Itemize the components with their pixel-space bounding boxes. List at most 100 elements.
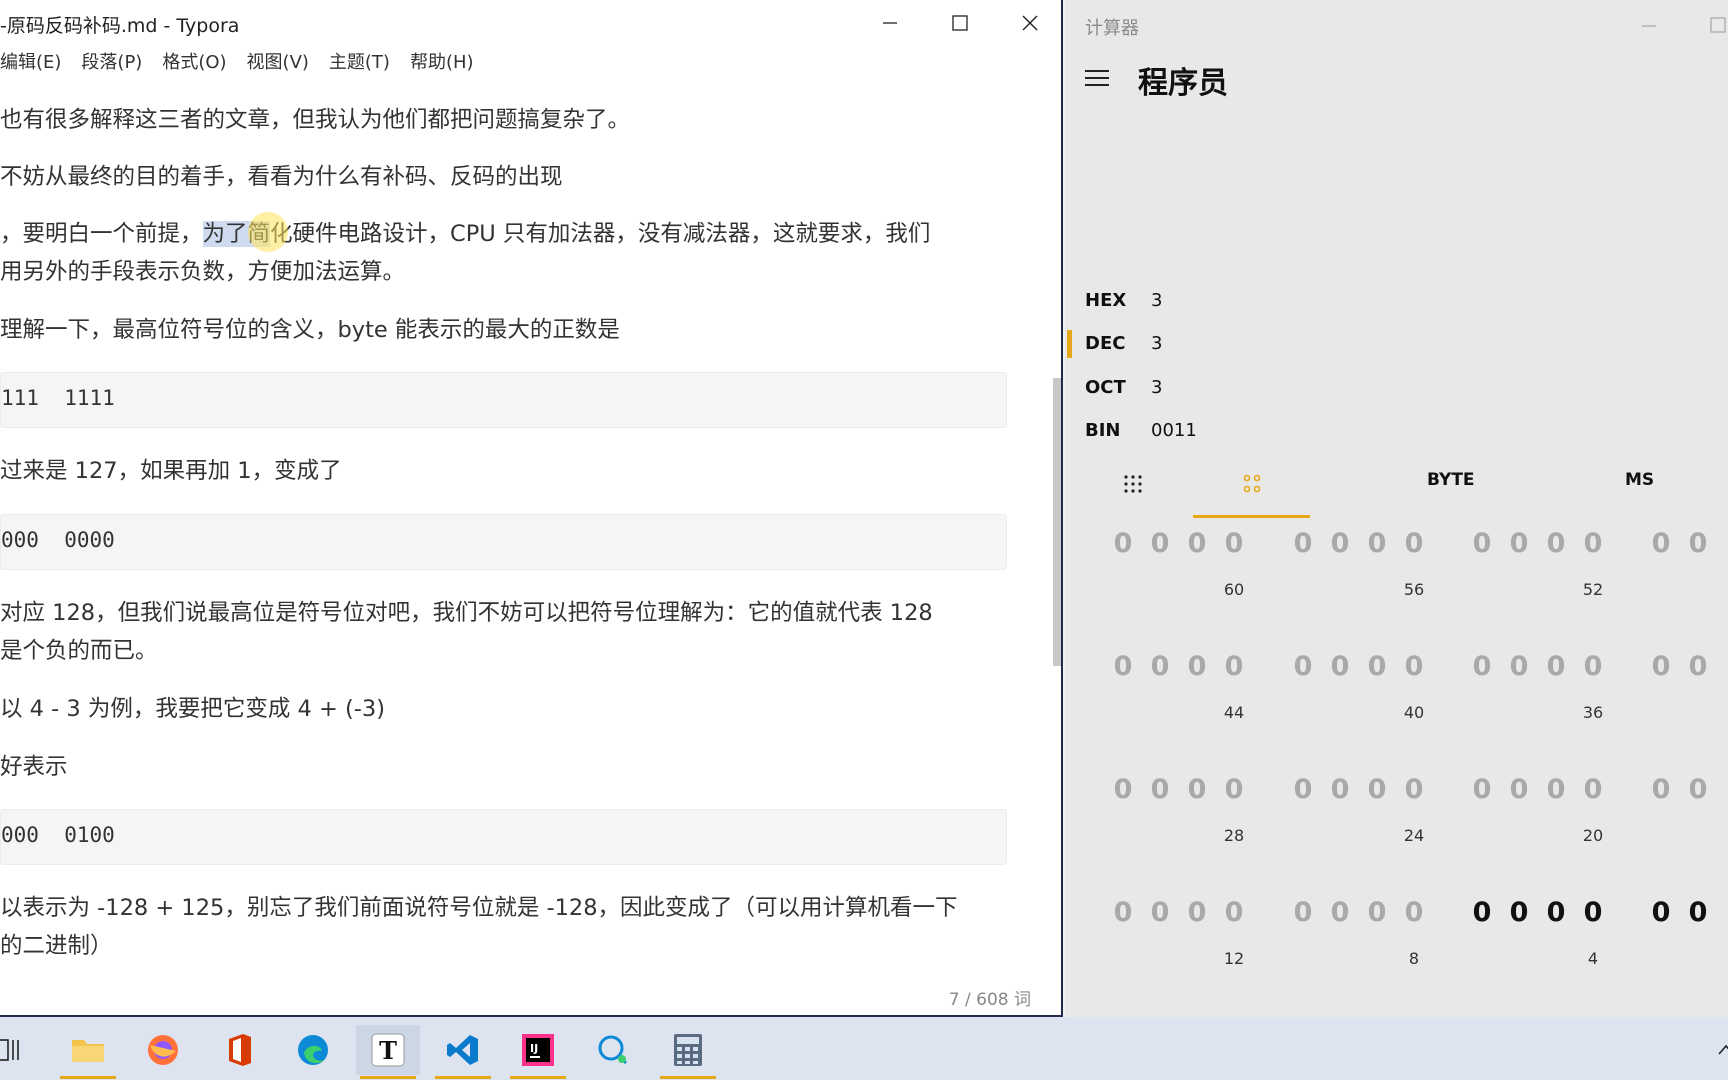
radix-bin[interactable]: BIN 0011: [1085, 420, 1197, 441]
paragraph[interactable]: 用另外的手段表示负数，方便加法运算。: [0, 253, 405, 291]
bit-toggle[interactable]: 0: [1180, 774, 1214, 805]
radix-hex[interactable]: HEX 3: [1085, 290, 1162, 311]
bit-toggle[interactable]: 0: [1323, 528, 1357, 559]
taskbar-vscode[interactable]: [431, 1025, 495, 1079]
paragraph[interactable]: ，要明白一个前提，为了简化硬件电路设计，CPU 只有加法器，没有减法器，这就要求…: [0, 215, 930, 253]
bit-toggle[interactable]: 0: [1217, 528, 1251, 559]
bit-toggle[interactable]: 0: [1217, 774, 1251, 805]
bit-toggle[interactable]: 0: [1539, 528, 1573, 559]
hamburger-menu-icon[interactable]: [1085, 70, 1109, 88]
bit-toggle[interactable]: 0: [1681, 774, 1715, 805]
taskbar-firefox[interactable]: [131, 1025, 195, 1075]
bit-toggle[interactable]: 0: [1286, 774, 1320, 805]
paragraph[interactable]: 是个负的而已。: [0, 632, 158, 670]
menu-help[interactable]: 帮助(H): [410, 48, 474, 78]
task-view-button[interactable]: [0, 1025, 42, 1075]
bit-toggle[interactable]: 0: [1502, 897, 1536, 928]
bit-toggle[interactable]: 0: [1360, 897, 1394, 928]
bit-toggle[interactable]: 0: [1323, 897, 1357, 928]
bit-toggle[interactable]: 0: [1502, 528, 1536, 559]
vertical-scrollbar[interactable]: [1053, 378, 1061, 666]
bit-toggle[interactable]: 0: [1644, 897, 1678, 928]
bit-toggle[interactable]: 0: [1644, 774, 1678, 805]
memory-store-button[interactable]: MS: [1625, 470, 1654, 490]
bit-toggle[interactable]: 0: [1397, 774, 1431, 805]
bit-toggle[interactable]: 0: [1644, 528, 1678, 559]
bit-toggle[interactable]: 0: [1502, 774, 1536, 805]
radix-dec[interactable]: DEC 3: [1085, 333, 1162, 354]
taskbar-calculator[interactable]: [656, 1025, 720, 1079]
minimize-button[interactable]: [1641, 6, 1657, 41]
bit-toggle[interactable]: 0: [1323, 774, 1357, 805]
bit-toggle[interactable]: 0: [1539, 651, 1573, 682]
bit-toggle[interactable]: 0: [1681, 897, 1715, 928]
paragraph[interactable]: 也有很多解释这三者的文章，但我认为他们都把问题搞复杂了。: [0, 101, 630, 139]
bit-toggle[interactable]: 0: [1360, 774, 1394, 805]
bit-toggle[interactable]: 0: [1465, 897, 1499, 928]
taskbar-file-explorer[interactable]: [56, 1025, 120, 1079]
minimize-button[interactable]: [860, 0, 920, 46]
bit-toggle[interactable]: 0: [1681, 651, 1715, 682]
radix-oct[interactable]: OCT 3: [1085, 377, 1162, 398]
menu-paragraph[interactable]: 段落(P): [81, 48, 142, 78]
paragraph[interactable]: 的二进制）: [0, 927, 113, 965]
bit-toggle[interactable]: 0: [1286, 528, 1320, 559]
taskbar-typora[interactable]: T: [356, 1025, 420, 1079]
menu-edit[interactable]: 编辑(E): [0, 48, 61, 78]
bit-toggle[interactable]: 0: [1465, 774, 1499, 805]
keypad-tab[interactable]: [1123, 474, 1143, 499]
show-hidden-icons-button[interactable]: [1694, 1025, 1728, 1075]
bit-toggle[interactable]: 0: [1360, 528, 1394, 559]
bit-toggle[interactable]: 0: [1576, 897, 1610, 928]
bit-toggle[interactable]: 0: [1644, 651, 1678, 682]
bit-toggle[interactable]: 0: [1286, 651, 1320, 682]
bit-toggle[interactable]: 0: [1360, 651, 1394, 682]
bit-toggle[interactable]: 0: [1180, 528, 1214, 559]
bit-toggle[interactable]: 0: [1143, 897, 1177, 928]
bit-toggle[interactable]: 0: [1180, 651, 1214, 682]
taskbar-quick-assist[interactable]: [581, 1025, 645, 1075]
bit-toggle[interactable]: 0: [1106, 528, 1140, 559]
bit-toggle[interactable]: 0: [1576, 651, 1610, 682]
maximize-button[interactable]: [930, 0, 990, 46]
bit-toggle[interactable]: 0: [1539, 897, 1573, 928]
menu-theme[interactable]: 主题(T): [329, 48, 390, 78]
bit-toggle[interactable]: 0: [1286, 897, 1320, 928]
bit-toggle[interactable]: 0: [1576, 774, 1610, 805]
bit-toggle[interactable]: 0: [1465, 651, 1499, 682]
close-button[interactable]: [1000, 0, 1060, 46]
paragraph[interactable]: 以表示为 -128 + 125，别忘了我们前面说符号位就是 -128，因此变成了…: [0, 889, 958, 927]
menu-format[interactable]: 格式(O): [162, 48, 226, 78]
bit-toggle[interactable]: 0: [1539, 774, 1573, 805]
bit-toggle[interactable]: 0: [1397, 897, 1431, 928]
code-block[interactable]: 000 0100: [0, 809, 1007, 865]
word-size-button[interactable]: BYTE: [1427, 470, 1475, 490]
bit-toggle[interactable]: 0: [1576, 528, 1610, 559]
bit-toggle[interactable]: 0: [1143, 774, 1177, 805]
bit-toggle[interactable]: 0: [1502, 651, 1536, 682]
bit-toggle[interactable]: 0: [1465, 528, 1499, 559]
paragraph[interactable]: 过来是 127，如果再加 1，变成了: [0, 452, 342, 490]
bit-toggle[interactable]: 0: [1323, 651, 1357, 682]
bit-toggle[interactable]: 0: [1397, 651, 1431, 682]
paragraph[interactable]: 好表示: [0, 748, 68, 786]
bit-toggle[interactable]: 0: [1106, 774, 1140, 805]
bit-toggle[interactable]: 0: [1397, 528, 1431, 559]
code-block[interactable]: 000 0000: [0, 514, 1007, 570]
bit-toggle[interactable]: 0: [1180, 897, 1214, 928]
taskbar-intellij[interactable]: IJ: [506, 1025, 570, 1079]
bit-toggle[interactable]: 0: [1217, 897, 1251, 928]
maximize-button[interactable]: [1710, 6, 1726, 41]
bit-toggle[interactable]: 0: [1681, 528, 1715, 559]
bit-toggle[interactable]: 0: [1106, 897, 1140, 928]
paragraph[interactable]: 以 4 - 3 为例，我要把它变成 4 + (-3): [0, 690, 385, 728]
bit-toggle[interactable]: 0: [1217, 651, 1251, 682]
code-block[interactable]: 111 1111: [0, 372, 1007, 428]
bit-toggle[interactable]: 0: [1143, 528, 1177, 559]
paragraph[interactable]: 不妨从最终的目的着手，看看为什么有补码、反码的出现: [0, 158, 563, 196]
word-count[interactable]: 7 / 608 词: [949, 985, 1031, 1010]
taskbar-office[interactable]: [206, 1025, 270, 1075]
bit-toggle[interactable]: 0: [1106, 651, 1140, 682]
bit-toggle[interactable]: 0: [1143, 651, 1177, 682]
paragraph[interactable]: 理解一下，最高位符号位的含义，byte 能表示的最大的正数是: [0, 311, 620, 349]
